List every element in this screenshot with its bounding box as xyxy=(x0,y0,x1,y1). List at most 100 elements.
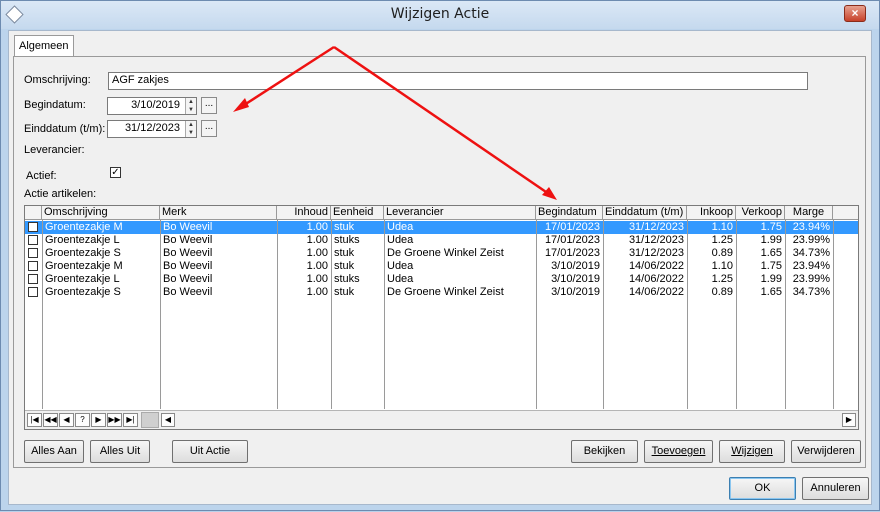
row-select-checkbox[interactable] xyxy=(28,287,38,297)
column-header-verkoop[interactable]: Verkoop xyxy=(736,206,785,220)
nav-next-page-button[interactable]: ▶▶ xyxy=(107,413,122,427)
nav-help-button[interactable]: ? xyxy=(75,413,90,427)
toevoegen-button[interactable]: Toevoegen xyxy=(644,440,713,463)
nav-prior-button[interactable]: ◀ xyxy=(59,413,74,427)
column-divider xyxy=(736,220,737,409)
uit-actie-button[interactable]: Uit Actie xyxy=(172,440,248,463)
cell-inhoud: 1.00 xyxy=(306,247,328,259)
tab-algemeen[interactable]: Algemeen xyxy=(14,35,74,57)
table-row[interactable]: Groentezakje M Bo Weevil 1.00 stuk Udea 17/01… xyxy=(25,221,858,234)
column-divider xyxy=(331,220,332,409)
begindatum-picker-button[interactable]: ... xyxy=(201,97,217,114)
begindatum-spinner[interactable]: ▲ ▼ xyxy=(185,98,196,114)
cell-begindatum: 17/01/2023 xyxy=(544,221,600,233)
table-row[interactable]: Groentezakje L Bo Weevil 1.00 stuks Udea 17/0… xyxy=(25,234,858,247)
dialog-window: Wijzigen Actie × Algemeen Omschrijving: … xyxy=(0,0,880,511)
cell-omschrijving: Groentezakje L xyxy=(45,234,120,246)
column-header-begindatum[interactable]: Begindatum xyxy=(536,206,603,220)
actie-artikelen-label: Actie artikelen: xyxy=(24,188,97,200)
spin-down-icon[interactable]: ▼ xyxy=(186,106,196,114)
cell-inkoop: 0.89 xyxy=(711,286,733,298)
column-header-marge[interactable]: Marge xyxy=(785,206,833,220)
cell-einddatum: 14/06/2022 xyxy=(628,260,684,272)
dialog-client: Algemeen Omschrijving: AGF zakjes Begind… xyxy=(8,30,872,505)
cell-merk: Bo Weevil xyxy=(163,286,213,298)
column-divider xyxy=(160,220,161,409)
einddatum-picker-button[interactable]: ... xyxy=(201,120,217,137)
actief-checkbox[interactable]: ✓ xyxy=(110,167,121,178)
cell-leverancier: De Groene Winkel Zeist xyxy=(387,247,504,259)
cell-leverancier: Udea xyxy=(387,273,414,285)
scroll-right-icon[interactable]: ▶ xyxy=(842,413,856,427)
table-row[interactable]: Groentezakje S Bo Weevil 1.00 stuk De Groene… xyxy=(25,247,858,260)
cell-leverancier: Udea xyxy=(387,221,414,233)
begindatum-label: Begindatum: xyxy=(24,99,86,111)
table-row[interactable]: Groentezakje L Bo Weevil 1.00 stuks Udea 3/10… xyxy=(25,273,858,286)
cell-omschrijving: Groentezakje M xyxy=(45,221,123,233)
verwijderen-button[interactable]: Verwijderen xyxy=(791,440,861,463)
column-header-leverancier[interactable]: Leverancier xyxy=(384,206,536,220)
cell-inkoop: 1.10 xyxy=(711,221,733,233)
toevoegen-label: Toevoegen xyxy=(651,445,706,457)
column-header-einddatum[interactable]: Einddatum (t/m) xyxy=(603,206,687,220)
row-select-checkbox[interactable] xyxy=(28,222,38,232)
nav-first-button[interactable]: |◀ xyxy=(27,413,42,427)
column-header-merk[interactable]: Merk xyxy=(160,206,277,220)
cell-merk: Bo Weevil xyxy=(163,234,213,246)
omschrijving-field[interactable]: AGF zakjes xyxy=(108,72,808,90)
column-divider xyxy=(785,220,786,409)
cell-inhoud: 1.00 xyxy=(306,221,328,233)
artikelen-grid[interactable]: Omschrijving Merk Inhoud Eenheid Leveran… xyxy=(24,205,859,430)
ok-button[interactable]: OK xyxy=(729,477,796,500)
leverancier-label: Leverancier: xyxy=(24,144,85,156)
horizontal-scrollbar-thumb[interactable] xyxy=(141,412,159,428)
column-header-inkoop[interactable]: Inkoop xyxy=(687,206,736,220)
cell-marge: 23.94% xyxy=(792,260,830,272)
einddatum-field[interactable]: 31/12/2023 ▲ ▼ xyxy=(107,120,197,138)
nav-last-button[interactable]: ▶| xyxy=(123,413,138,427)
table-row[interactable]: Groentezakje S Bo Weevil 1.00 stuk De Groene… xyxy=(25,286,858,299)
cell-verkoop: 1.65 xyxy=(760,247,782,259)
alles-uit-button[interactable]: Alles Uit xyxy=(90,440,150,463)
nav-next-button[interactable]: ▶ xyxy=(91,413,106,427)
table-row[interactable]: Groentezakje M Bo Weevil 1.00 stuk Udea 3/10/… xyxy=(25,260,858,273)
wijzigen-button[interactable]: Wijzigen xyxy=(719,440,785,463)
cell-einddatum: 31/12/2023 xyxy=(628,221,684,233)
cell-inhoud: 1.00 xyxy=(306,260,328,272)
spin-down-icon[interactable]: ▼ xyxy=(186,129,196,137)
cell-verkoop: 1.99 xyxy=(760,273,782,285)
begindatum-field[interactable]: 3/10/2019 ▲ ▼ xyxy=(107,97,197,115)
title-bar[interactable]: Wijzigen Actie × xyxy=(1,1,879,29)
einddatum-spinner[interactable]: ▲ ▼ xyxy=(185,121,196,137)
column-header-inhoud[interactable]: Inhoud xyxy=(277,206,331,220)
column-header-omschrijving[interactable]: Omschrijving xyxy=(42,206,160,220)
cell-inkoop: 1.10 xyxy=(711,260,733,272)
row-select-checkbox[interactable] xyxy=(28,274,38,284)
cell-inkoop: 1.25 xyxy=(711,234,733,246)
alles-aan-button[interactable]: Alles Aan xyxy=(24,440,84,463)
grid-navigator: |◀ ◀◀ ◀ ? ▶ ▶▶ ▶| ◀ ▶ xyxy=(25,410,858,429)
nav-prior-page-button[interactable]: ◀◀ xyxy=(43,413,58,427)
column-header-eenheid[interactable]: Eenheid xyxy=(331,206,384,220)
row-select-checkbox[interactable] xyxy=(28,261,38,271)
row-select-checkbox[interactable] xyxy=(28,248,38,258)
cell-merk: Bo Weevil xyxy=(163,221,213,233)
spin-up-icon[interactable]: ▲ xyxy=(186,98,196,106)
cell-eenheid: stuks xyxy=(334,234,360,246)
spin-up-icon[interactable]: ▲ xyxy=(186,121,196,129)
cell-marge: 23.94% xyxy=(792,221,830,233)
cell-omschrijving: Groentezakje S xyxy=(45,247,121,259)
cell-begindatum: 3/10/2019 xyxy=(551,286,600,298)
cell-merk: Bo Weevil xyxy=(163,260,213,272)
column-divider xyxy=(687,220,688,409)
row-select-checkbox[interactable] xyxy=(28,235,38,245)
grid-header-select xyxy=(25,206,42,220)
bekijken-button[interactable]: Bekijken xyxy=(571,440,638,463)
annuleren-button[interactable]: Annuleren xyxy=(802,477,869,500)
einddatum-value: 31/12/2023 xyxy=(124,122,180,134)
close-button[interactable]: × xyxy=(844,5,866,22)
scroll-left-icon[interactable]: ◀ xyxy=(161,413,175,427)
cell-verkoop: 1.99 xyxy=(760,234,782,246)
cell-verkoop: 1.75 xyxy=(760,221,782,233)
cell-eenheid: stuk xyxy=(334,260,355,272)
